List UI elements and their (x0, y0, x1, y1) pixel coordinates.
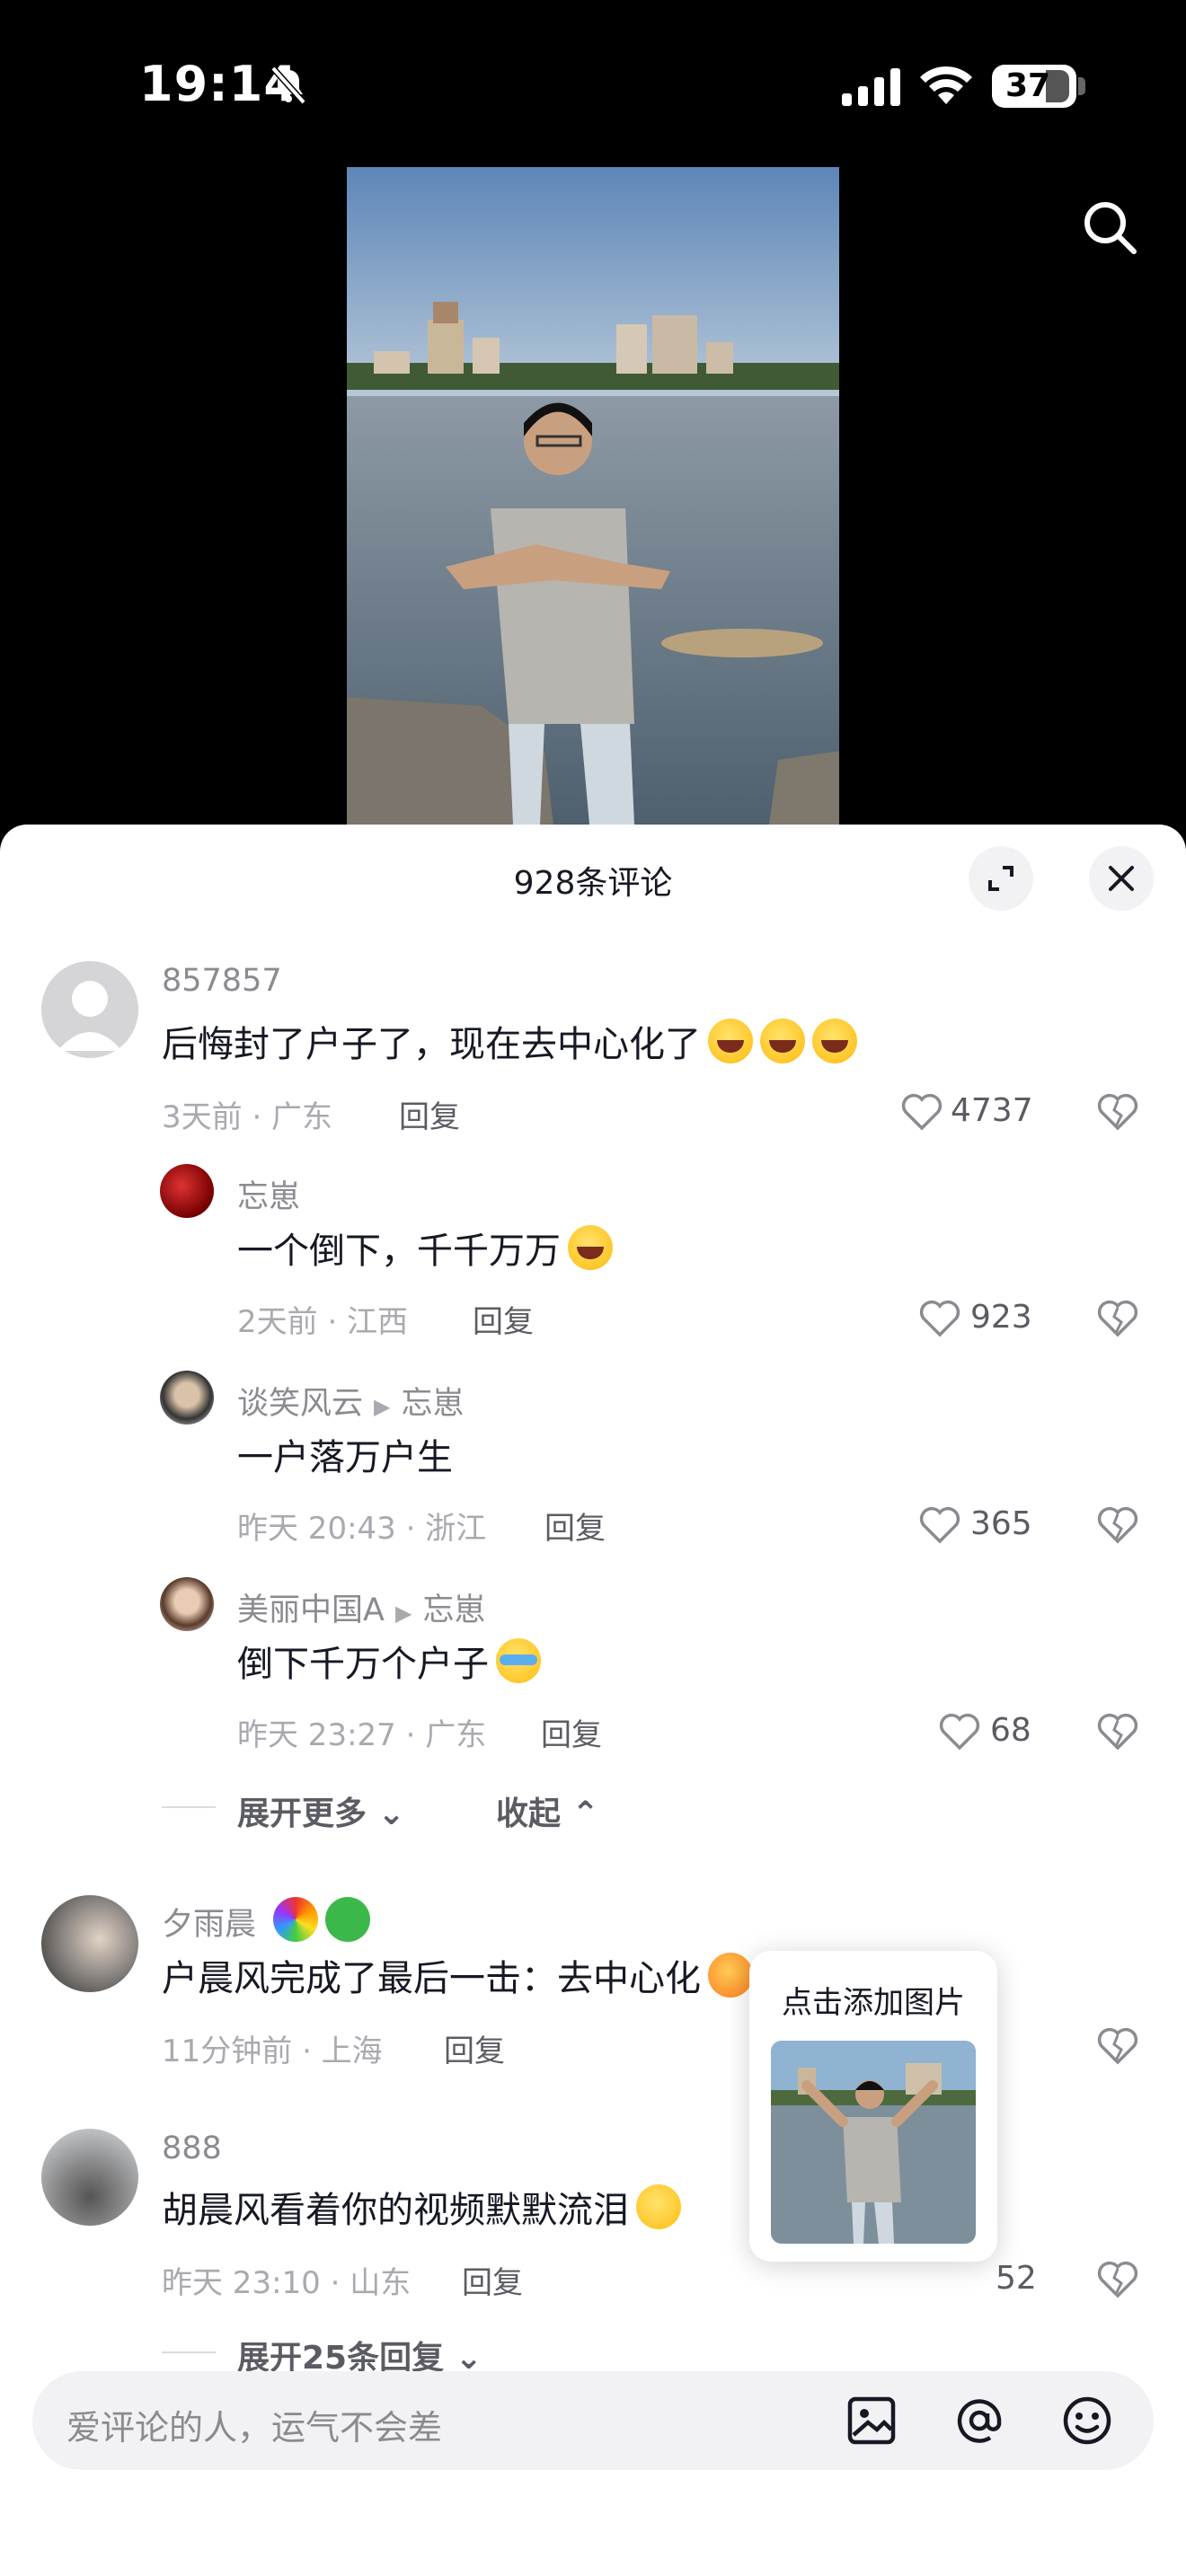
like-count: 68 (990, 1712, 1031, 1749)
comment-meta: 昨天 23:10 · 山东 (162, 2265, 412, 2301)
battery-indicator: 37 (992, 65, 1076, 108)
comment-input-placeholder: 爱评论的人，运气不会差 (66, 2408, 443, 2448)
comment-meta: 昨天 20:43 · 浙江 (237, 1511, 487, 1547)
like-count: 4737 (951, 1092, 1033, 1129)
clover-emoji-icon (325, 1897, 371, 1942)
comment-text: 一户落万户生 (237, 1437, 453, 1478)
emoji-icon[interactable] (1060, 2394, 1114, 2448)
comment-meta: 2天前 · 江西 (237, 1304, 409, 1340)
expand-sheet-button[interactable] (969, 846, 1033, 911)
mute-bell-icon (270, 66, 306, 105)
comment-text: 胡晨风看着你的视频默默流泪 (162, 2181, 681, 2233)
dislike-icon[interactable] (1096, 1297, 1139, 1338)
comment-text: 后悔封了户子了，现在去中心化了 (162, 1015, 857, 1067)
reply-button[interactable]: 回复 (544, 1504, 606, 1548)
reply-button[interactable]: 回复 (444, 2026, 505, 2070)
reply-button[interactable]: 回复 (462, 2258, 523, 2302)
heart-icon[interactable] (938, 1712, 981, 1751)
comment-text: 倒下千万个户子 (237, 1635, 541, 1687)
comment-username[interactable]: 888 (162, 2130, 222, 2166)
dislike-icon[interactable] (1096, 1504, 1139, 1545)
tooltip-text: 点击添加图片 (782, 1985, 965, 2021)
divider-line (162, 1806, 216, 1808)
laugh-cry-emoji-icon (568, 1225, 613, 1270)
grin-emoji-icon (708, 1953, 753, 1998)
comment-input[interactable]: 爱评论的人，运气不会差 (32, 2371, 1154, 2470)
wifi-icon (920, 66, 972, 104)
laugh-cry-emoji-icon (812, 1019, 857, 1063)
avatar[interactable] (41, 961, 138, 1058)
dislike-icon[interactable] (1096, 2258, 1139, 2299)
avatar[interactable] (160, 1577, 214, 1631)
comment-username[interactable]: 857857 (162, 963, 282, 999)
search-icon[interactable] (1078, 196, 1141, 259)
comment-sheet: 928条评论 857857 后悔封了户子了，现在去中心化了 3天前 · 广东 回… (0, 825, 1186, 2576)
comment-username[interactable]: 美丽中国A ▶ 忘崽 (237, 1584, 485, 1630)
comment-meta: 昨天 23:27 · 广东 (237, 1717, 487, 1753)
like-count: 923 (970, 1299, 1032, 1336)
reply-button[interactable]: 回复 (473, 1297, 534, 1341)
suggested-image-thumbnail[interactable] (771, 2041, 976, 2244)
video-player[interactable] (347, 167, 839, 825)
signal-icon (842, 68, 900, 106)
at-mention-icon[interactable] (952, 2394, 1006, 2448)
reply-button[interactable]: 回复 (541, 1710, 602, 1754)
comment-username[interactable]: 忘崽 (237, 1171, 300, 1217)
heart-icon[interactable] (918, 1299, 961, 1338)
expand-icon (988, 866, 1013, 891)
collapse-button[interactable]: 收起 ⌃ (496, 1787, 599, 1834)
like-count: 365 (970, 1505, 1032, 1542)
comment-meta: 11分钟前 · 上海 (162, 2033, 383, 2069)
battery-cap (1078, 77, 1085, 95)
add-image-tooltip[interactable]: 点击添加图片 (749, 1951, 997, 2262)
comment-text: 一个倒下，千千万万 (237, 1222, 613, 1274)
avatar[interactable] (160, 1371, 214, 1425)
comment-meta: 3天前 · 广东 (162, 1099, 333, 1135)
laugh-cry-emoji-icon (760, 1019, 805, 1063)
heart-icon[interactable] (918, 1505, 961, 1545)
avatar[interactable] (160, 1164, 214, 1218)
dislike-icon[interactable] (1096, 2025, 1139, 2066)
heart-icon[interactable] (900, 1092, 943, 1132)
divider-line (162, 2351, 216, 2353)
avatar[interactable] (41, 1895, 138, 1992)
dislike-icon[interactable] (1096, 1710, 1139, 1751)
battery-level: 37 (1005, 67, 1051, 104)
video-frame-image (347, 167, 839, 825)
image-icon[interactable] (845, 2394, 898, 2448)
comment-username[interactable]: 夕雨晨 (162, 1897, 371, 1945)
comment-text: 户晨风完成了最后一击：去中心化 (162, 1949, 805, 2001)
rainbow-emoji-icon (273, 1897, 319, 1942)
laugh-cry-emoji-icon (708, 1019, 753, 1063)
close-sheet-button[interactable] (1089, 846, 1154, 911)
avatar[interactable] (41, 2129, 138, 2226)
comment-username[interactable]: 谈笑风云 ▶ 忘崽 (237, 1378, 465, 1424)
dislike-icon[interactable] (1096, 1090, 1139, 1132)
like-count: 52 (996, 2260, 1037, 2297)
status-bar: 19:14 37 (0, 0, 1186, 171)
close-icon (1109, 866, 1134, 891)
flushed-emoji-icon (636, 2184, 681, 2229)
reply-button[interactable]: 回复 (399, 1092, 460, 1136)
expand-more-button[interactable]: 展开更多 ⌄ (237, 1787, 405, 1834)
crying-emoji-icon (496, 1638, 541, 1683)
